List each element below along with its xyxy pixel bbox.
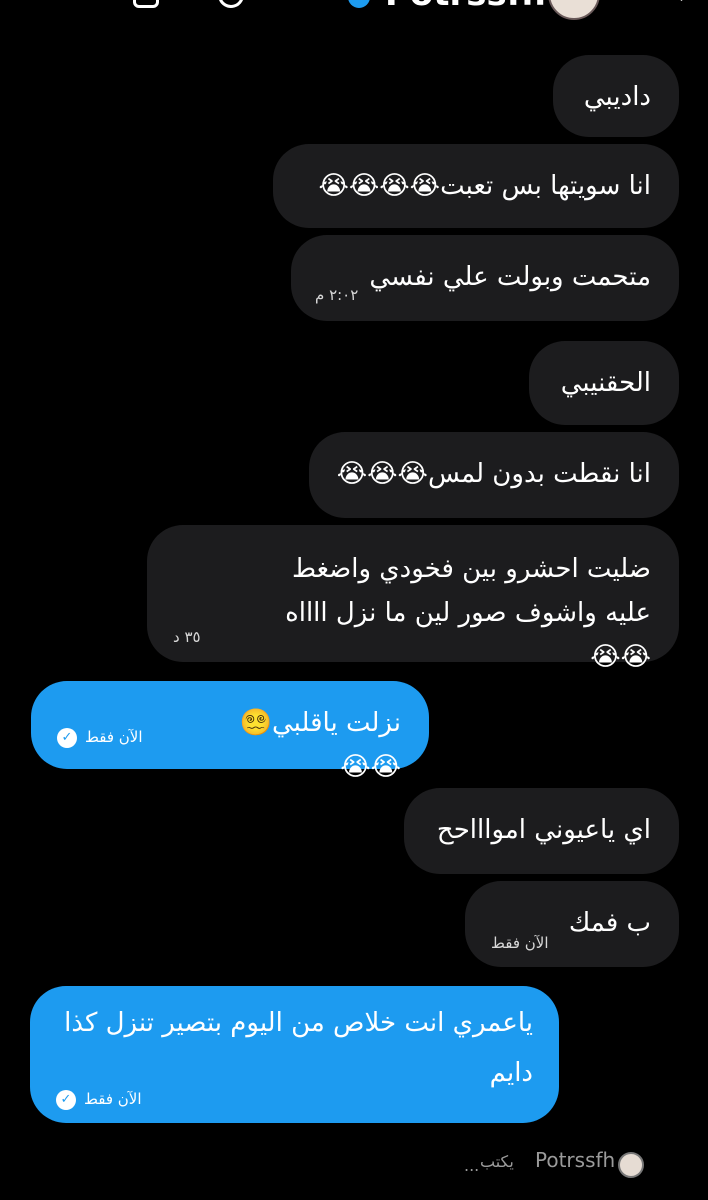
conversation-header: Potrssfh	[0, 0, 708, 30]
message-bubble-incoming[interactable]: انا نقطت بدون لمس😭😭😭	[309, 432, 679, 518]
message-timestamp: ٣٥ د	[173, 628, 201, 646]
crying-emoji: 😭😭	[590, 642, 653, 672]
typing-avatar	[618, 1152, 644, 1178]
verified-badge-icon	[348, 0, 370, 8]
message-status: الآن فقط ✓	[56, 1074, 142, 1124]
video-call-icon[interactable]	[213, 0, 249, 13]
message-text: اي ياعيوني امواااحح	[436, 815, 651, 845]
sent-time-label: الآن فقط	[85, 728, 143, 746]
contact-avatar[interactable]	[548, 0, 600, 20]
read-check-icon: ✓	[57, 727, 77, 748]
contact-name[interactable]: Potrssfh	[385, 0, 546, 14]
message-text: متحمت وبولت علي نفسي	[369, 262, 651, 292]
typing-label: يكتب	[480, 1152, 514, 1171]
typing-indicator: ... يكتب Potrssfh	[460, 1148, 650, 1180]
crying-emoji: 😭😭😭	[336, 459, 430, 489]
call-icon[interactable]	[133, 0, 159, 8]
message-text: انا نقطت بدون لمس	[427, 459, 651, 489]
chevron-down-icon[interactable]	[668, 0, 695, 1]
message-bubble-incoming[interactable]: الحقنيبي	[529, 341, 679, 425]
message-text: داديبي	[583, 82, 651, 112]
typing-username: Potrssfh	[535, 1148, 616, 1172]
sent-time-label: الآن فقط	[84, 1090, 142, 1108]
message-text: نزلت ياقلبي	[271, 708, 401, 738]
message-text: الحقنيبي	[560, 368, 651, 398]
typing-dots: ...	[464, 1156, 480, 1175]
read-check-icon: ✓	[56, 1089, 76, 1110]
message-text: ب فمك	[568, 908, 651, 938]
message-bubble-incoming[interactable]: انا سويتها بس تعبت😭😭😭😭	[273, 144, 679, 228]
message-bubble-incoming[interactable]: ب فمك الآن فقط	[465, 881, 679, 967]
message-status: الآن فقط ✓	[57, 715, 143, 759]
message-bubble-incoming[interactable]: اي ياعيوني امواااحح	[404, 788, 679, 874]
message-bubble-incoming[interactable]: ضليت احشرو بين فخودي واضغط عليه واشوف صو…	[147, 525, 679, 672]
message-text: ضليت احشرو بين فخودي واضغط عليه واشوف صو…	[285, 554, 651, 628]
message-text: انا سويتها بس تعبت	[440, 171, 651, 201]
crying-emoji: 😭😭😭😭	[318, 171, 443, 201]
message-bubble-incoming[interactable]: متحمت وبولت علي نفسي ٢:٠٢ م	[291, 235, 679, 321]
message-bubble-outgoing[interactable]: ياعمري انت خلاص من اليوم بتصير تنزل كذا …	[30, 986, 559, 1123]
message-timestamp: الآن فقط	[491, 934, 549, 952]
message-bubble-outgoing[interactable]: نزلت ياقلبي😵‍💫😭😭 الآن فقط✓	[31, 681, 429, 782]
message-timestamp: ٢:٠٢ م	[315, 286, 359, 304]
message-bubble-incoming[interactable]: داديبي	[553, 55, 679, 137]
